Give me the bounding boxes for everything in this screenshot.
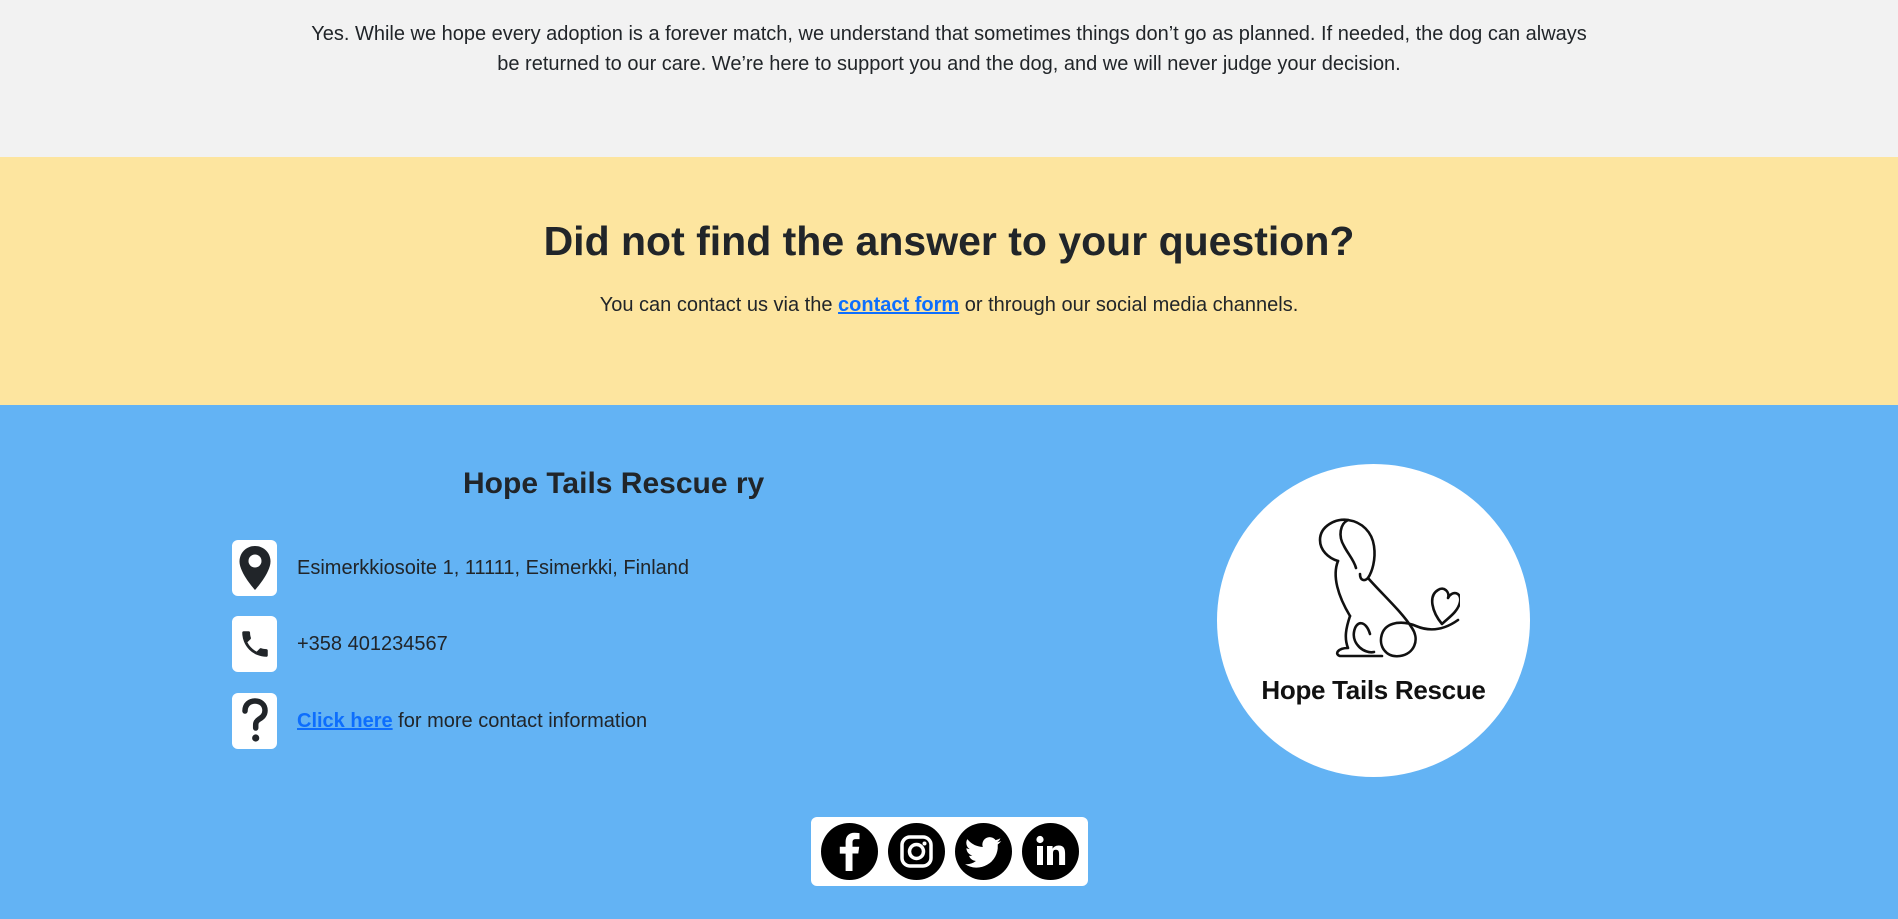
cta-text: You can contact us via the contact form …	[0, 290, 1898, 320]
logo-text: Hope Tails Rescue	[1261, 675, 1486, 705]
instagram-icon[interactable]	[887, 823, 945, 880]
cta-text-after: or through our social media channels.	[964, 294, 1299, 317]
phone-row: +358 401234567	[232, 616, 448, 672]
more-contact-text: Click here for more contact information	[297, 707, 647, 735]
phone-icon	[232, 616, 277, 672]
faq-answer-section: Yes. While we hope every adoption is a f…	[0, 0, 1898, 157]
facebook-icon[interactable]	[820, 823, 878, 880]
question-mark-icon	[232, 693, 277, 749]
contact-form-link[interactable]: contact form	[838, 294, 959, 316]
click-here-link[interactable]: Click here	[297, 710, 393, 732]
twitter-icon[interactable]	[954, 823, 1012, 880]
site-footer: Hope Tails Rescue ry Esimerkkiosoite 1, …	[0, 405, 1898, 919]
dog-logo-icon	[1318, 518, 1460, 658]
address-text: Esimerkkiosoite 1, 11111, Esimerkki, Fin…	[297, 557, 690, 579]
faq-answer-text: Yes. While we hope every adoption is a f…	[311, 23, 1587, 75]
org-name: Hope Tails Rescue ry	[463, 467, 765, 500]
contact-cta-section: Did not find the answer to your question…	[0, 157, 1898, 405]
cta-text-before: You can contact us via the	[599, 294, 833, 317]
address-row: Esimerkkiosoite 1, 11111, Esimerkki, Fin…	[232, 540, 689, 596]
location-pin-icon	[232, 540, 277, 596]
linkedin-icon[interactable]	[1021, 823, 1079, 880]
org-logo: Hope Tails Rescue	[1217, 464, 1530, 777]
cta-heading: Did not find the answer to your question…	[543, 218, 1355, 264]
more-contact-row: Click here for more contact information	[232, 693, 647, 749]
social-links	[811, 817, 1088, 886]
more-contact-suffix: for more contact information	[398, 710, 648, 732]
phone-text: +358 401234567	[297, 633, 448, 655]
